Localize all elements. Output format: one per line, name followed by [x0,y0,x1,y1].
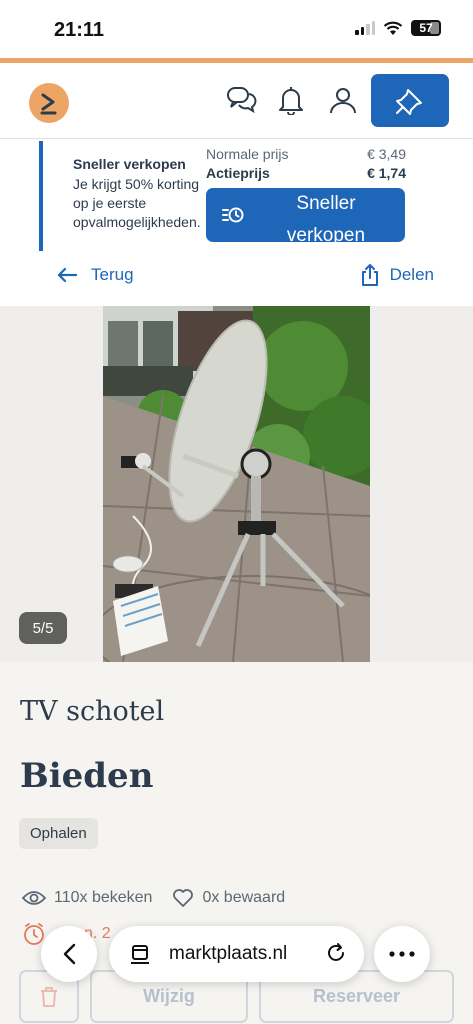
faster-sell-button[interactable]: Sneller verkopen [206,188,405,246]
photo-counter: 5/5 [19,612,67,644]
more-dots-icon [389,951,415,957]
reload-icon[interactable] [324,941,348,965]
back-label: Terug [91,265,134,284]
share-link[interactable]: Delen [360,263,434,287]
boost-clock-icon [222,207,244,223]
listing-price: Bieden [20,756,154,796]
action-price-value: € 1,74 [367,165,406,181]
normal-price-label: Normale prijs [206,146,289,162]
views-stat: 110x bekeken [22,889,152,907]
eye-icon [22,891,46,905]
action-price-label: Actieprijs [206,165,270,181]
pin-icon [396,88,422,115]
browser-url-bar[interactable]: marktplaats.nl [109,926,364,982]
faster-sell-label: Sneller verkopen [286,193,366,246]
promo-accent-bar [39,141,43,251]
wifi-icon [383,21,403,35]
normal-price-value: € 3,49 [367,146,406,162]
promo-banner: Sneller verkopen Je krijgt 50% korting o… [0,139,473,252]
chevron-left-icon [63,943,76,965]
user-icon[interactable] [326,83,360,117]
views-label: 110x bekeken [54,889,153,906]
listing-stats: 110x bekeken 0x bewaard [22,888,305,908]
heart-icon [173,889,194,907]
browser-back-button[interactable] [41,926,97,982]
saved-stat: 0x bewaard [172,888,285,908]
browser-more-button[interactable] [374,926,430,982]
place-ad-button[interactable] [371,74,449,127]
marktplaats-logo-icon[interactable] [29,83,69,123]
promo-title: Sneller verkopen [73,156,186,172]
trash-icon [41,986,57,1007]
share-label: Delen [389,265,434,284]
listing-photo[interactable] [103,306,370,662]
share-icon [361,264,378,286]
status-time: 21:11 [54,19,105,41]
delivery-tag: Ophalen [19,818,98,849]
reader-icon [131,945,149,964]
browser-url: marktplaats.nl [169,943,288,964]
promo-prices: Normale prijs € 3,49 Actieprijs € 1,74 [206,146,406,184]
battery-icon: 57 [411,20,441,36]
saved-label: 0x bewaard [202,889,286,906]
promo-text: Je krijgt 50% korting op je eerste opval… [73,176,201,230]
image-gallery[interactable]: 5/5 [0,306,473,662]
chat-icon[interactable] [224,83,258,117]
status-icons: 57 [355,20,441,36]
nav-row: Terug Delen [0,252,473,306]
status-bar: 21:11 57 [0,0,473,58]
back-link[interactable]: Terug [57,265,134,285]
bell-icon[interactable] [274,83,308,117]
listing-title: TV schotel [20,696,165,727]
arrow-left-icon [57,267,77,283]
app-header [0,63,473,139]
signal-icon [355,21,375,35]
